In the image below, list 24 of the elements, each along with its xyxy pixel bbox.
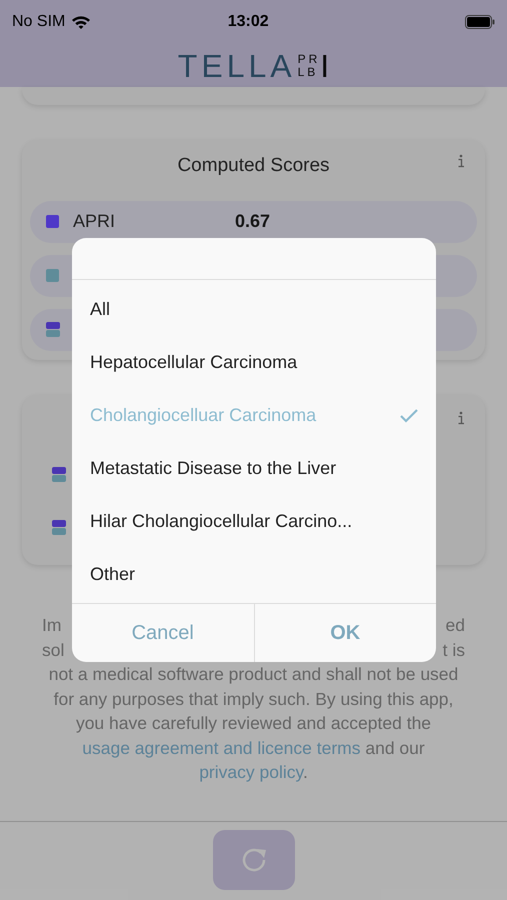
option-item[interactable]: Hepatocellular Carcinoma xyxy=(72,336,436,389)
battery-icon xyxy=(465,15,495,29)
clock-time: 13:02 xyxy=(226,12,270,32)
option-item[interactable]: Other xyxy=(72,548,436,601)
info-icon[interactable] xyxy=(457,154,465,168)
score-value: 0.67 xyxy=(235,210,270,233)
wifi-icon xyxy=(71,14,92,30)
option-item[interactable]: All xyxy=(72,283,436,336)
disclaimer-text: not a medical software product and shall not be used for any purposes that imply such. By using this app, you have carefully reviewed and accepted the usage agreement and licence terms and our privacy policy. xyxy=(48,663,460,784)
disclaimer-fragment: Im xyxy=(42,614,62,637)
card-title: Computed Scores xyxy=(177,154,330,178)
option-item[interactable]: Metastatic Disease to the Liver xyxy=(72,442,436,495)
option-item[interactable]: Hilar Cholangiocellular Carcino... xyxy=(72,495,436,548)
checkmark-icon xyxy=(400,408,418,422)
info-icon[interactable] xyxy=(457,411,465,425)
disclaimer-fragment: t is xyxy=(442,638,465,662)
stacked-bars-icon xyxy=(52,467,66,483)
disclaimer-fragment: sol xyxy=(42,638,64,662)
score-name: APRI xyxy=(73,210,116,233)
stacked-bars-icon xyxy=(46,322,60,338)
score-row[interactable]: APRI 0.67 xyxy=(30,200,477,242)
stacked-bars-icon xyxy=(52,520,66,536)
carrier-label: No SIM xyxy=(12,12,66,32)
disclaimer-fragment: ed xyxy=(446,614,465,637)
